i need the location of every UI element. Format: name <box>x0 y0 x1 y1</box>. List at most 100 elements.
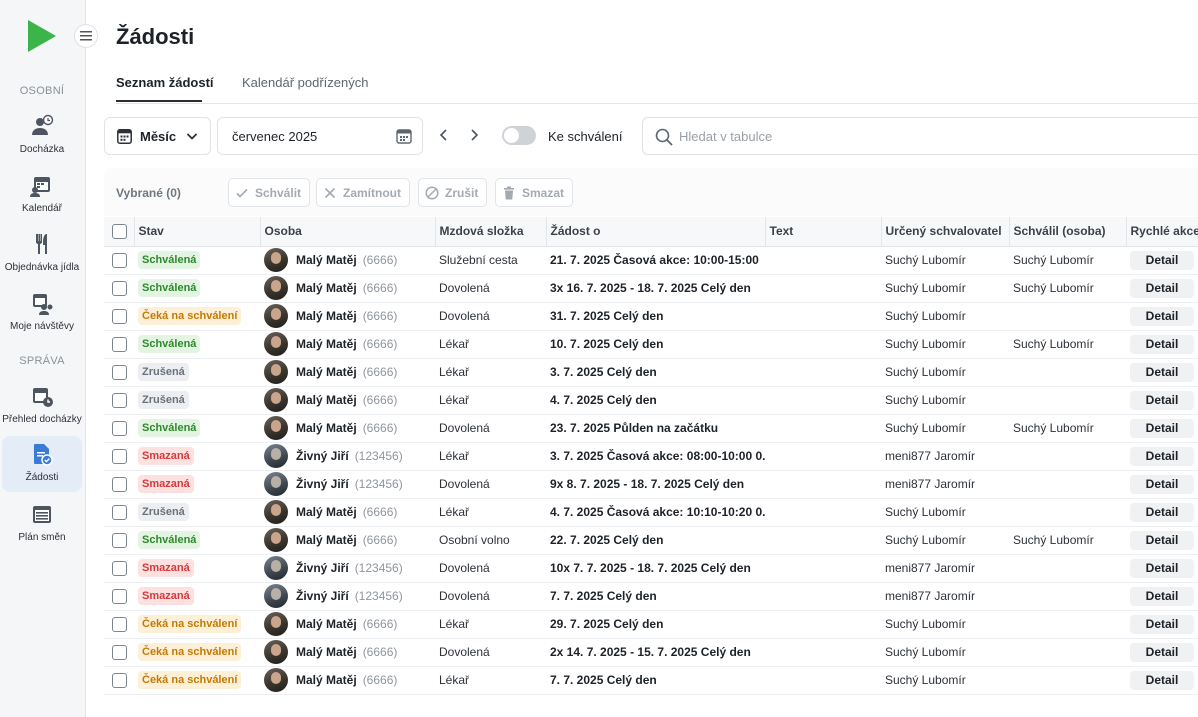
table-row[interactable]: Schválená Malý Matěj (6666) Dovolená 23. 7. … <box>104 414 1198 443</box>
reject-button[interactable]: Zamítnout <box>316 178 410 207</box>
approved-by-cell <box>1009 582 1126 611</box>
table-row[interactable]: Schválená Malý Matěj (6666) Služební cesta 2… <box>104 246 1198 275</box>
request-cell: 22. 7. 2025 Celý den <box>546 526 765 555</box>
row-checkbox[interactable] <box>112 588 127 604</box>
column-header-wage-component[interactable]: Mzdová složka <box>435 217 547 247</box>
row-checkbox[interactable] <box>112 504 127 520</box>
search-field[interactable]: Hledat v tabulce <box>642 117 1198 155</box>
table-row[interactable]: Čeká na schválení Malý Matěj (6666) Lékař 29… <box>104 610 1198 639</box>
row-checkbox[interactable] <box>112 532 127 548</box>
person-id: (6666) <box>362 365 398 379</box>
column-header-approver[interactable]: Určený schvalovatel <box>881 217 1010 247</box>
calendar-icon[interactable] <box>396 128 412 144</box>
cancel-button[interactable]: Zrušit <box>418 178 488 207</box>
row-checkbox[interactable] <box>112 644 127 660</box>
detail-button[interactable]: Detail <box>1130 334 1194 354</box>
detail-button[interactable]: Detail <box>1130 670 1194 690</box>
select-all-checkbox[interactable] <box>112 223 127 239</box>
detail-button[interactable]: Detail <box>1130 362 1194 382</box>
row-checkbox[interactable] <box>112 560 127 576</box>
row-select-cell <box>104 358 134 387</box>
close-icon <box>324 187 336 198</box>
column-header-request[interactable]: Žádost o <box>546 217 766 247</box>
row-checkbox[interactable] <box>112 616 127 632</box>
row-checkbox[interactable] <box>112 476 127 492</box>
table-row[interactable]: Schválená Malý Matěj (6666) Lékař 10. 7. 202… <box>104 330 1198 359</box>
table-row[interactable]: Smazaná Živný Jiří (123456) Dovolená 9x 8. 7… <box>104 470 1198 499</box>
row-checkbox[interactable] <box>112 364 127 380</box>
avatar <box>264 360 288 384</box>
approver-cell: meni877 Jaromír <box>881 442 1009 471</box>
text-cell <box>765 414 881 443</box>
person-cell: Živný Jiří (123456) <box>260 582 435 611</box>
period-select[interactable]: Měsíc <box>104 117 211 155</box>
avatar <box>264 472 288 496</box>
detail-button[interactable]: Detail <box>1130 278 1194 298</box>
detail-button[interactable]: Detail <box>1130 250 1194 270</box>
sidebar-item-attendance-overview[interactable]: Přehled docházky <box>2 378 82 434</box>
status-cell: Zrušená <box>134 498 260 527</box>
table-row[interactable]: Smazaná Živný Jiří (123456) Dovolená 7. 7. 2… <box>104 582 1198 611</box>
date-picker-input[interactable]: červenec 2025 <box>217 117 423 155</box>
detail-button[interactable]: Detail <box>1130 306 1194 326</box>
detail-button[interactable]: Detail <box>1130 614 1194 634</box>
table-row[interactable]: Zrušená Malý Matěj (6666) Lékař 4. 7. 2025 C… <box>104 386 1198 415</box>
quick-actions-cell: Detail <box>1126 526 1198 555</box>
table-row[interactable]: Schválená Malý Matěj (6666) Dovolená 3x 16. … <box>104 274 1198 303</box>
table-row[interactable]: Čeká na schválení Malý Matěj (6666) Dovolen… <box>104 638 1198 667</box>
table-row[interactable]: Smazaná Živný Jiří (123456) Dovolená 10x 7. … <box>104 554 1198 583</box>
to-approve-toggle[interactable] <box>502 126 536 145</box>
row-checkbox[interactable] <box>112 280 127 296</box>
approved-by-cell: Suchý Lubomír <box>1009 330 1126 359</box>
detail-button[interactable]: Detail <box>1130 530 1194 550</box>
column-header-approved-by[interactable]: Schválil (osoba) <box>1009 217 1127 247</box>
table-row[interactable]: Čeká na schválení Malý Matěj (6666) Lékař 7.… <box>104 666 1198 695</box>
sidebar-item-attendance[interactable]: Docházka <box>2 108 82 164</box>
row-checkbox[interactable] <box>112 336 127 352</box>
delete-button[interactable]: Smazat <box>495 178 574 207</box>
quick-actions-cell: Detail <box>1126 498 1198 527</box>
row-checkbox[interactable] <box>112 252 127 268</box>
row-checkbox[interactable] <box>112 420 127 436</box>
previous-period-icon[interactable] <box>436 127 452 143</box>
row-checkbox[interactable] <box>112 392 127 408</box>
play-logo-icon[interactable] <box>28 20 56 52</box>
detail-button[interactable]: Detail <box>1130 586 1194 606</box>
row-checkbox[interactable] <box>112 448 127 464</box>
sidebar-item-shift-plan[interactable]: Plán směn <box>2 496 82 552</box>
avatar <box>264 304 288 328</box>
table-row[interactable]: Schválená Malý Matěj (6666) Osobní volno 22.… <box>104 526 1198 555</box>
table-row[interactable]: Smazaná Živný Jiří (123456) Lékař 3. 7. 2025… <box>104 442 1198 471</box>
column-header-person[interactable]: Osoba <box>260 217 436 247</box>
sidebar-item-calendar[interactable]: Kalendář <box>2 167 82 223</box>
avatar <box>264 668 288 692</box>
row-checkbox[interactable] <box>112 672 127 688</box>
detail-button[interactable]: Detail <box>1130 502 1194 522</box>
detail-button[interactable]: Detail <box>1130 558 1194 578</box>
sidebar-item-requests[interactable]: Žádosti <box>2 436 82 492</box>
request-cell: 7. 7. 2025 Celý den <box>546 666 765 695</box>
table-row[interactable]: Čeká na schválení Malý Matěj (6666) Dovolen… <box>104 302 1198 331</box>
row-checkbox[interactable] <box>112 308 127 324</box>
tab-request-list[interactable]: Seznam žádostí <box>116 75 214 90</box>
status-badge: Schválená <box>138 419 201 437</box>
tab-subordinates-calendar[interactable]: Kalendář podřízených <box>242 75 368 90</box>
approve-button[interactable]: Schválit <box>228 178 311 207</box>
detail-button[interactable]: Detail <box>1130 418 1194 438</box>
sidebar: OSOBNÍ Docházka Kalendář Objednávka jídl… <box>0 0 86 717</box>
detail-button[interactable]: Detail <box>1130 446 1194 466</box>
next-period-icon[interactable] <box>466 127 482 143</box>
column-header-status[interactable]: Stav <box>134 217 261 247</box>
sidebar-item-food-order[interactable]: Objednávka jídla <box>2 226 82 282</box>
detail-button[interactable]: Detail <box>1130 642 1194 662</box>
wage-component-cell: Dovolená <box>435 470 546 499</box>
detail-button[interactable]: Detail <box>1130 390 1194 410</box>
wage-component-cell: Dovolená <box>435 414 546 443</box>
column-header-text[interactable]: Text <box>765 217 882 247</box>
table-row[interactable]: Zrušená Malý Matěj (6666) Lékař 4. 7. 2025 Č… <box>104 498 1198 527</box>
sidebar-toggle-button[interactable] <box>74 24 98 48</box>
sidebar-item-visits[interactable]: Moje návštěvy <box>2 285 82 341</box>
block-icon <box>425 185 439 200</box>
table-row[interactable]: Zrušená Malý Matěj (6666) Lékař 3. 7. 2025 C… <box>104 358 1198 387</box>
detail-button[interactable]: Detail <box>1130 474 1194 494</box>
